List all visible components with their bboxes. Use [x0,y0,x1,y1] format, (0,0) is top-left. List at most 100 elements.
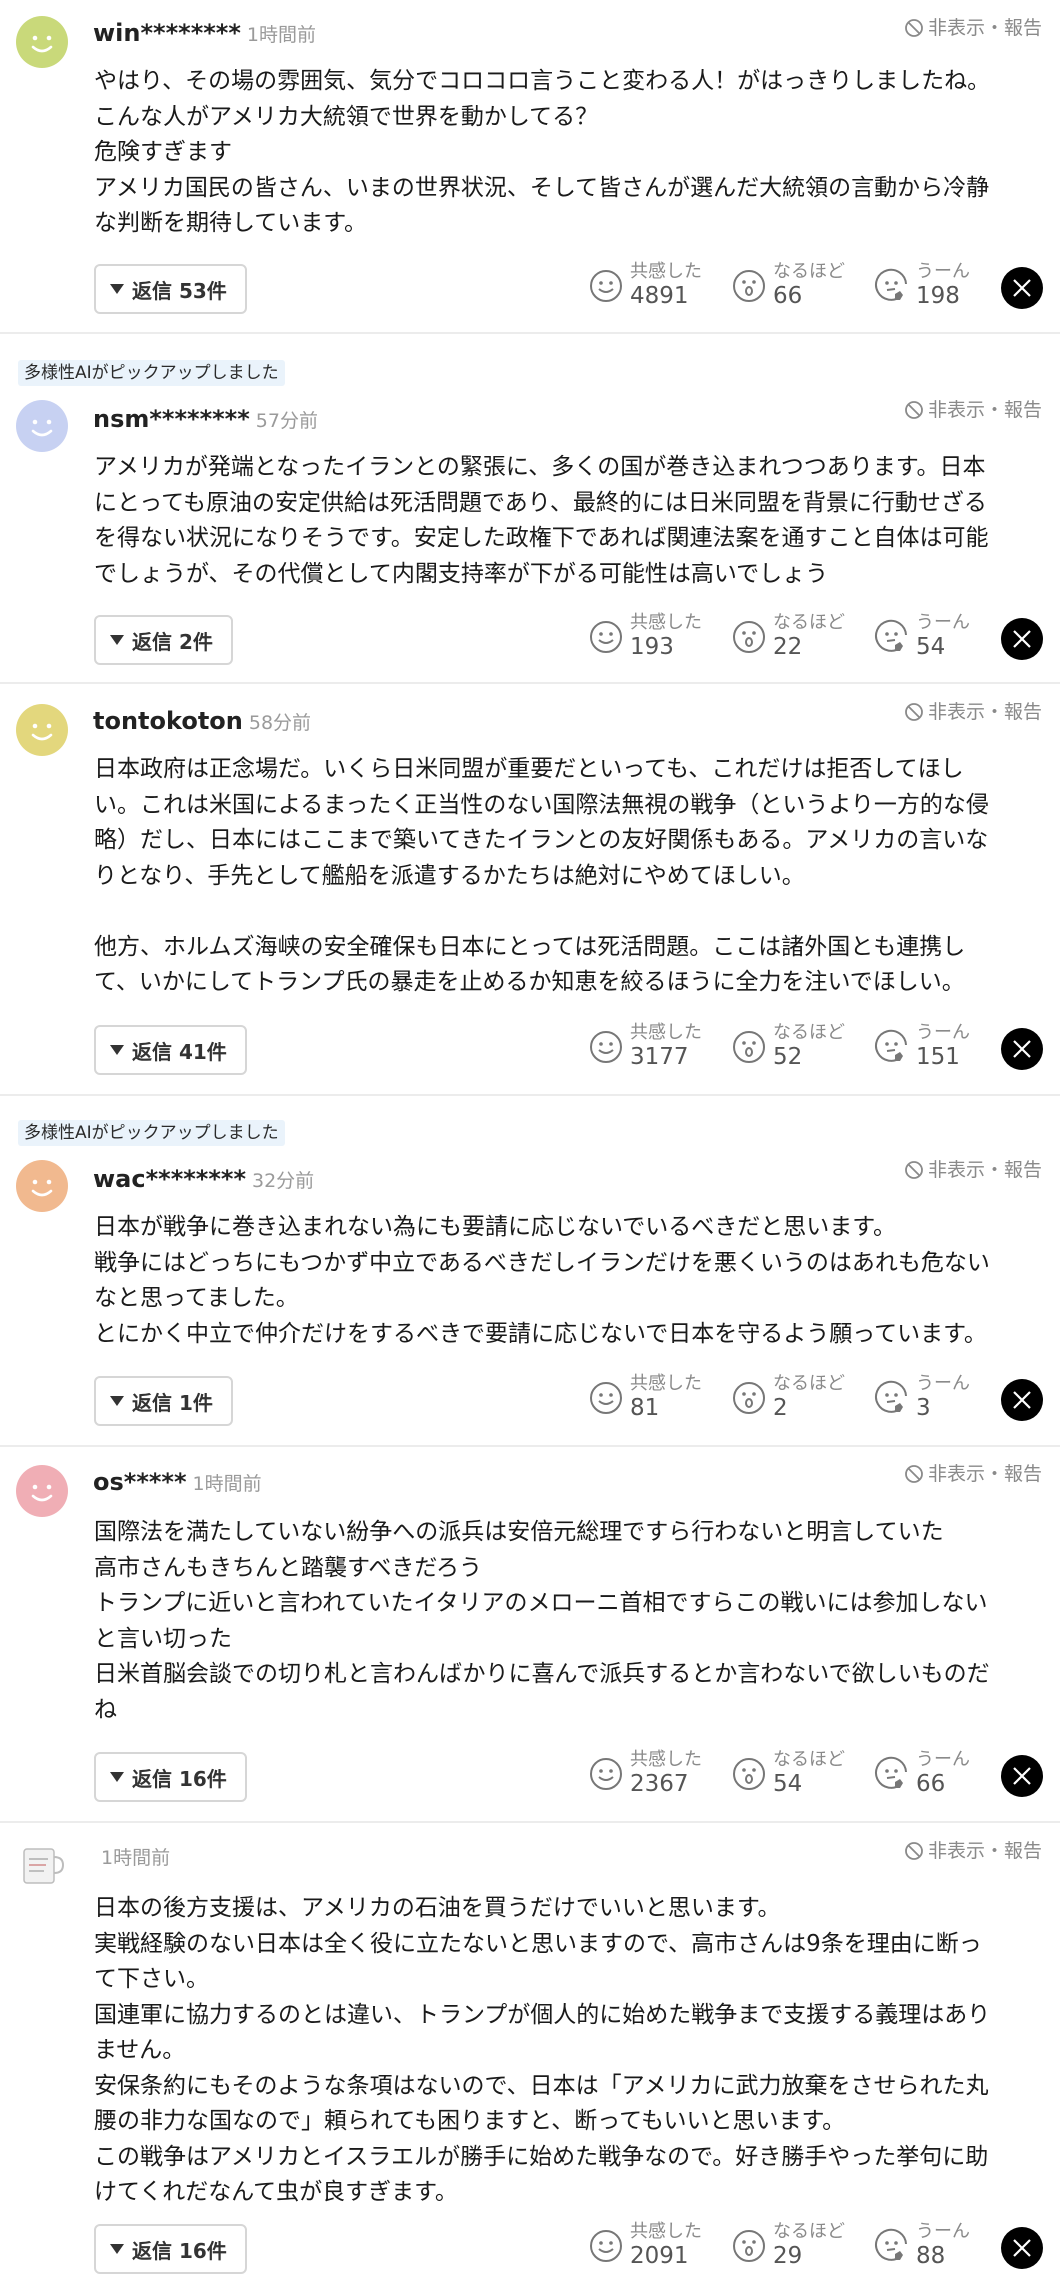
hmm-button[interactable]: うーん 198 [874,263,1017,308]
username[interactable]: win******** 1時間前 [93,18,316,50]
avatar[interactable] [16,704,68,756]
x-share-button[interactable] [1001,1755,1043,1797]
x-logo-icon [1013,1767,1031,1785]
caret-down-icon [110,2244,124,2254]
empathy-button[interactable]: 共感した 4891 [588,263,731,308]
username[interactable]: os***** 1時間前 [93,1467,262,1499]
surprised-face-icon [733,1757,765,1790]
username[interactable]: wac******** 32分前 [93,1164,314,1196]
timestamp: 58分前 [248,712,312,734]
reaction-bar: 共感した 4891 なるほど 66 うーん 198 [588,263,1017,308]
thinking-face-icon [875,1380,907,1413]
thinking-face-icon [875,619,907,652]
comment-card: 多様性AIがピックアップしました wac******** 32分前 非表示・報告 … [0,1096,1060,1447]
thinking-face-icon [875,2228,907,2261]
surprised-face-icon [733,2229,765,2262]
reply-button[interactable]: 返信 16件 [94,2224,247,2274]
block-icon [905,401,923,419]
username[interactable]: 1時間前 [101,1841,170,1873]
hmm-button[interactable]: うーん 3 [874,1375,1017,1420]
hmm-button[interactable]: うーん 151 [874,1024,1017,1069]
reply-button[interactable]: 返信 41件 [94,1025,247,1075]
surprised-face-icon [733,1381,765,1414]
comment-text: 国際法を満たしていない紛争への派兵は安倍元総理ですら行わないと明言していた 高市… [94,1519,990,1723]
empathy-button[interactable]: 共感した 3177 [588,1024,731,1069]
reaction-bar: 共感した 3177 なるほど 52 うーん 151 [588,1024,1017,1069]
empathy-button[interactable]: 共感した 2091 [588,2223,731,2268]
comment-card: 1時間前 非表示・報告 日本の後方支援は、アメリカの石油を買うだけでいいと思いま… [0,1823,1060,2292]
username[interactable]: nsm******** 57分前 [93,404,318,436]
x-logo-icon [1013,279,1031,297]
comment-text: 日本が戦争に巻き込まれない為にも要請に応じないでいるべきだと思います。 戦争には… [94,1214,990,1347]
empathy-button[interactable]: 共感した 81 [588,1375,731,1420]
empathy-button[interactable]: 共感した 193 [588,614,731,659]
avatar[interactable] [16,16,68,68]
smile-face-icon [590,1381,622,1414]
surprised-face-icon [733,269,765,302]
x-logo-icon [1013,1391,1031,1409]
comment-card: 多様性AIがピックアップしました nsm******** 57分前 非表示・報告 … [0,334,1060,684]
smile-face-icon [590,1030,622,1063]
surprised-face-icon [733,620,765,653]
comment-card: win******** 1時間前 非表示・報告 やはり、その場の雰囲気、気分でコロ… [0,0,1060,334]
ai-pick-badge: 多様性AIがピックアップしました [18,1120,285,1146]
comment-card: os***** 1時間前 非表示・報告 国際法を満たしていない紛争への派兵は安倍元… [0,1447,1060,1823]
timestamp: 1時間前 [246,24,316,46]
avatar[interactable] [16,400,68,452]
empathy-button[interactable]: 共感した 2367 [588,1751,731,1796]
hide-report-link[interactable]: 非表示・報告 [904,1837,1042,1865]
hide-report-link[interactable]: 非表示・報告 [904,1156,1042,1184]
block-icon [905,1161,923,1179]
timestamp: 1時間前 [101,1847,171,1869]
thinking-face-icon [875,1756,907,1789]
avatar[interactable] [16,1839,68,1891]
caret-down-icon [110,635,124,645]
insight-button[interactable]: なるほど 2 [731,1375,874,1420]
reply-button[interactable]: 返信 53件 [94,264,247,314]
reply-button[interactable]: 返信 16件 [94,1752,247,1802]
ai-pick-badge: 多様性AIがピックアップしました [18,360,285,386]
thinking-face-icon [875,1029,907,1062]
block-icon [905,1465,923,1483]
avatar[interactable] [16,1465,68,1517]
timestamp: 32分前 [252,1170,315,1192]
smile-face-icon [590,2229,622,2262]
smile-face-icon [590,620,622,653]
hmm-button[interactable]: うーん 88 [874,2223,1017,2268]
comment-card: tontokoton 58分前 非表示・報告 日本政府は正念場だ。いくら日米同盟が… [0,684,1060,1096]
caret-down-icon [110,284,124,294]
x-share-button[interactable] [1001,618,1043,660]
comment-text: 日本の後方支援は、アメリカの石油を買うだけでいいと思います。 実戦経験のない日本… [94,1895,991,2205]
insight-button[interactable]: なるほど 22 [731,614,874,659]
insight-button[interactable]: なるほど 52 [731,1024,874,1069]
hmm-button[interactable]: うーん 54 [874,614,1017,659]
block-icon [905,19,923,37]
reaction-bar: 共感した 193 なるほど 22 うーん 54 [588,614,1017,659]
smile-face-icon [590,1757,622,1790]
reaction-bar: 共感した 2091 なるほど 29 うーん 88 [588,2223,1017,2268]
hmm-button[interactable]: うーん 66 [874,1751,1017,1796]
x-share-button[interactable] [1001,1379,1043,1421]
reply-button[interactable]: 返信 2件 [94,615,233,665]
x-share-button[interactable] [1001,1028,1043,1070]
insight-button[interactable]: なるほど 54 [731,1751,874,1796]
reaction-bar: 共感した 81 なるほど 2 うーん 3 [588,1375,1017,1420]
timestamp: 57分前 [255,410,318,432]
comment-text: 日本政府は正念場だ。いくら日米同盟が重要だといっても、これだけは拒否してほし い… [94,756,989,995]
hide-report-link[interactable]: 非表示・報告 [904,1460,1042,1488]
username[interactable]: tontokoton 58分前 [93,706,311,738]
avatar[interactable] [16,1160,68,1212]
x-logo-icon [1013,1040,1031,1058]
caret-down-icon [110,1045,124,1055]
x-share-button[interactable] [1001,2227,1043,2269]
insight-button[interactable]: なるほど 66 [731,263,874,308]
hide-report-link[interactable]: 非表示・報告 [904,14,1042,42]
timestamp: 1時間前 [192,1473,262,1495]
smile-face-icon [590,269,622,302]
hide-report-link[interactable]: 非表示・報告 [904,698,1042,726]
surprised-face-icon [733,1030,765,1063]
x-share-button[interactable] [1001,267,1043,309]
hide-report-link[interactable]: 非表示・報告 [904,396,1042,424]
reply-button[interactable]: 返信 1件 [94,1376,233,1426]
insight-button[interactable]: なるほど 29 [731,2223,874,2268]
